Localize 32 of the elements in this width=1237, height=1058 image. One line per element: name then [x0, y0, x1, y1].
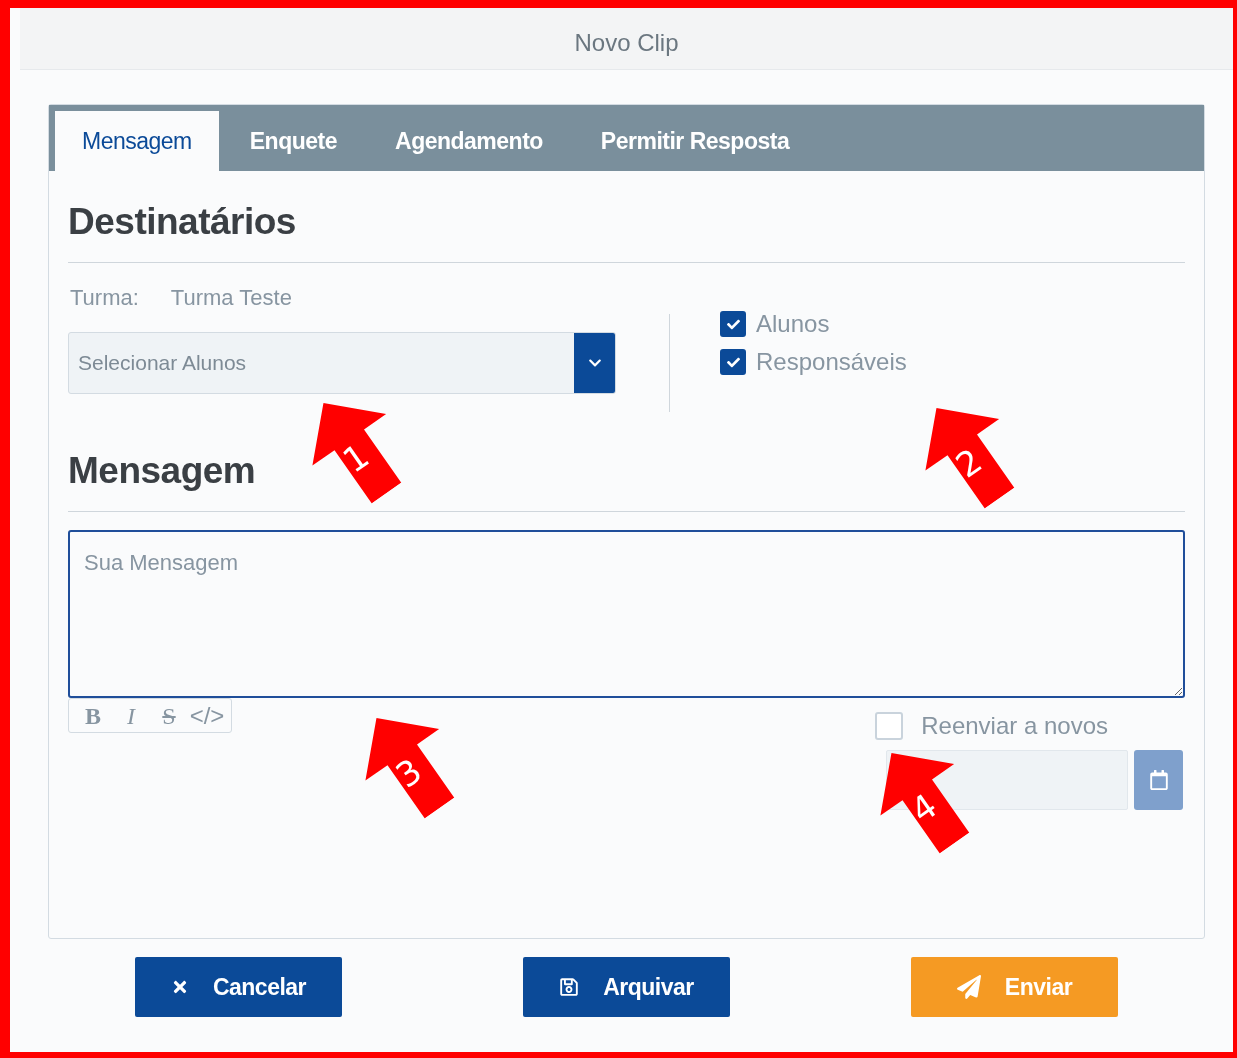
student-select[interactable]: Selecionar Alunos: [68, 332, 616, 394]
dialog-title: Novo Clip: [574, 27, 679, 58]
check-icon: [726, 355, 740, 369]
tab[interactable]: Enquete: [222, 111, 364, 171]
checkbox-label: Responsáveis: [756, 347, 907, 377]
format-button[interactable]: </>: [189, 703, 225, 728]
checkbox[interactable]: [720, 311, 746, 337]
action-button[interactable]: Arquivar: [523, 957, 730, 1017]
action-button[interactable]: Enviar: [911, 957, 1118, 1017]
annotation-number: 3: [390, 752, 428, 794]
check-icon: [726, 317, 740, 331]
format-button[interactable]: S: [151, 703, 187, 728]
action-button[interactable]: Cancelar: [135, 957, 342, 1017]
calendar-icon: [1148, 770, 1169, 790]
checkbox[interactable]: [720, 349, 746, 375]
tab[interactable]: Agendamento: [368, 111, 570, 171]
checkbox-label: Alunos: [756, 309, 830, 339]
tab[interactable]: Mensagem: [55, 111, 219, 171]
paper-plane-icon: [956, 975, 981, 999]
class-value: Turma Teste: [170, 284, 292, 312]
annotation-number: 2: [950, 442, 988, 484]
class-label: Turma:: [70, 284, 139, 312]
section-heading: Destinatários: [68, 203, 1185, 263]
calendar-button[interactable]: [1134, 750, 1183, 810]
annotation-number: 4: [905, 787, 943, 829]
annotation-number: 1: [337, 437, 375, 479]
format-button[interactable]: I: [113, 703, 149, 728]
checkbox-label: Reenviar a novos: [921, 711, 1108, 741]
message-field[interactable]: Sua Mensagem: [68, 530, 1185, 698]
tab[interactable]: Permitir Resposta: [573, 111, 817, 171]
format-button[interactable]: B: [75, 703, 111, 728]
select-placeholder: Selecionar Alunos: [77, 350, 248, 377]
